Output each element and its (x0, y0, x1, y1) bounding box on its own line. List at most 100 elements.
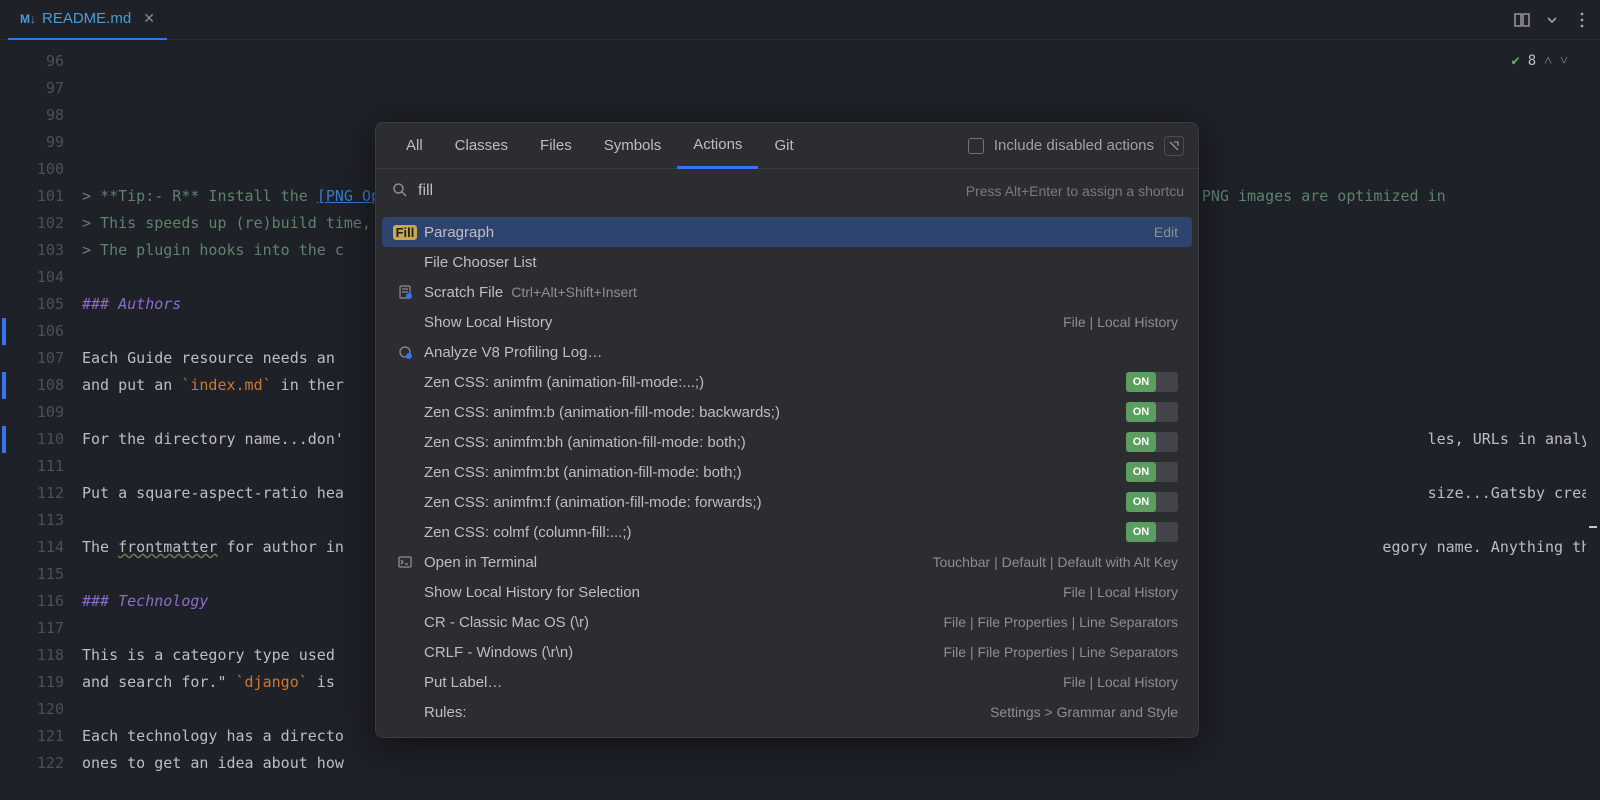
result-label: Zen CSS: animfm:f (animation-fill-mode: … (424, 494, 1116, 511)
shortcut-label: Ctrl+Alt+Shift+Insert (511, 284, 637, 300)
popup-tab-classes[interactable]: Classes (439, 123, 524, 169)
toggle-switch[interactable]: ON (1126, 462, 1178, 482)
result-label: Rules: (424, 704, 980, 721)
toggle-switch[interactable]: ON (1126, 492, 1178, 512)
result-row[interactable]: CRLF - Windows (\r\n)File | File Propert… (382, 637, 1192, 667)
line-number: 112 (0, 480, 64, 507)
result-row[interactable]: Zen CSS: colmf (column-fill:...;) ON (382, 517, 1192, 547)
result-path: Settings > Grammar and Style (990, 704, 1178, 720)
checkmark-icon: ✔ (1511, 48, 1519, 75)
line-number: 101 (0, 183, 64, 210)
tab-filename: README.md (42, 10, 131, 27)
line-number: 98 (0, 102, 64, 129)
result-label: Scratch FileCtrl+Alt+Shift+Insert (424, 284, 1178, 301)
popup-tab-git[interactable]: Git (758, 123, 809, 169)
blank-icon (396, 313, 414, 331)
line-number: 100 (0, 156, 64, 183)
blank-icon (396, 523, 414, 541)
blank-icon (396, 643, 414, 661)
line-number: 120 (0, 696, 64, 723)
result-label: Zen CSS: animfm:bh (animation-fill-mode:… (424, 434, 1116, 451)
popup-tab-actions[interactable]: Actions (677, 123, 758, 169)
toggle-switch[interactable]: ON (1126, 372, 1178, 392)
line-number: 106 (0, 318, 64, 345)
search-everywhere-popup: AllClassesFilesSymbolsActionsGit Include… (375, 122, 1199, 738)
include-disabled-checkbox[interactable] (968, 138, 984, 154)
problems-count: 8 (1528, 48, 1536, 75)
result-label: Zen CSS: animfm:bt (animation-fill-mode:… (424, 464, 1116, 481)
result-row[interactable]: Scratch FileCtrl+Alt+Shift+Insert (382, 277, 1192, 307)
v8-icon (396, 343, 414, 361)
line-number: 107 (0, 345, 64, 372)
line-number: 113 (0, 507, 64, 534)
result-row[interactable]: Zen CSS: animfm:bt (animation-fill-mode:… (382, 457, 1192, 487)
line-number: 114 (0, 534, 64, 561)
stripe-marker[interactable] (1589, 526, 1597, 528)
search-icon (390, 182, 408, 201)
result-label: Analyze V8 Profiling Log… (424, 344, 1178, 361)
blank-icon (396, 583, 414, 601)
result-row[interactable]: Zen CSS: animfm (animation-fill-mode:...… (382, 367, 1192, 397)
search-input[interactable] (418, 182, 956, 200)
popup-tab-all[interactable]: All (390, 123, 439, 169)
chevron-down-icon[interactable] (1542, 10, 1562, 30)
blank-icon (396, 613, 414, 631)
blank-icon (396, 493, 414, 511)
result-row[interactable]: Show Local History File | Local History (382, 307, 1192, 337)
line-number: 109 (0, 399, 64, 426)
result-label: CRLF - Windows (\r\n) (424, 644, 934, 661)
results-list: FillParagraphEditFile Chooser ListScratc… (376, 213, 1198, 737)
result-label: Zen CSS: colmf (column-fill:...;) (424, 524, 1116, 541)
result-row[interactable]: FillParagraphEdit (382, 217, 1192, 247)
result-label: Paragraph (424, 224, 1144, 241)
result-label: Show Local History (424, 314, 1053, 331)
blank-icon (396, 253, 414, 271)
line-number: 122 (0, 750, 64, 777)
result-label: Show Local History for Selection (424, 584, 1053, 601)
error-stripe[interactable] (1586, 40, 1600, 800)
code-line (82, 777, 1586, 800)
chevron-up-icon[interactable]: ˄ (1544, 48, 1552, 75)
result-row[interactable]: Zen CSS: animfm:bh (animation-fill-mode:… (382, 427, 1192, 457)
blank-icon (396, 373, 414, 391)
result-row[interactable]: File Chooser List (382, 247, 1192, 277)
popup-tab-symbols[interactable]: Symbols (588, 123, 678, 169)
gutter-mark (2, 426, 6, 453)
popup-tab-files[interactable]: Files (524, 123, 588, 169)
result-row[interactable]: Rules: Settings > Grammar and Style (382, 697, 1192, 727)
toggle-switch[interactable]: ON (1126, 432, 1178, 452)
result-row[interactable]: Open in TerminalTouchbar | Default | Def… (382, 547, 1192, 577)
editor-tab-readme[interactable]: M↓ README.md ✕ (8, 0, 167, 40)
result-row[interactable]: Zen CSS: animfm:b (animation-fill-mode: … (382, 397, 1192, 427)
search-hint: Press Alt+Enter to assign a shortcu (966, 183, 1184, 199)
line-number: 104 (0, 264, 64, 291)
line-number: 105 (0, 291, 64, 318)
blank-icon (396, 403, 414, 421)
result-row[interactable]: CR - Classic Mac OS (\r)File | File Prop… (382, 607, 1192, 637)
result-row[interactable]: Show Local History for Selection File | L… (382, 577, 1192, 607)
reader-mode-icon[interactable] (1512, 10, 1532, 30)
line-number: 115 (0, 561, 64, 588)
toggle-switch[interactable]: ON (1126, 402, 1178, 422)
chevron-down-icon[interactable]: ˅ (1560, 48, 1568, 75)
close-icon[interactable]: ✕ (143, 10, 155, 27)
line-number: 96 (0, 48, 64, 75)
result-label: CR - Classic Mac OS (\r) (424, 614, 934, 631)
toggle-switch[interactable]: ON (1126, 522, 1178, 542)
line-number: 117 (0, 615, 64, 642)
result-row[interactable]: Put Label…File | Local History (382, 667, 1192, 697)
pin-icon[interactable] (1164, 136, 1184, 156)
fill-badge: Fill (393, 225, 418, 240)
result-label: File Chooser List (424, 254, 1178, 271)
scratch-icon (396, 283, 414, 301)
result-path: File | Local History (1063, 584, 1178, 600)
kebab-menu-icon[interactable] (1572, 10, 1592, 30)
result-row[interactable]: Zen CSS: animfm:f (animation-fill-mode: … (382, 487, 1192, 517)
markdown-icon: M↓ (20, 12, 36, 26)
result-path: File | Local History (1063, 314, 1178, 330)
problems-widget[interactable]: ✔ 8 ˄ ˅ (1511, 48, 1568, 75)
line-number: 111 (0, 453, 64, 480)
line-number: 97 (0, 75, 64, 102)
result-row[interactable]: Analyze V8 Profiling Log… (382, 337, 1192, 367)
line-number: 118 (0, 642, 64, 669)
